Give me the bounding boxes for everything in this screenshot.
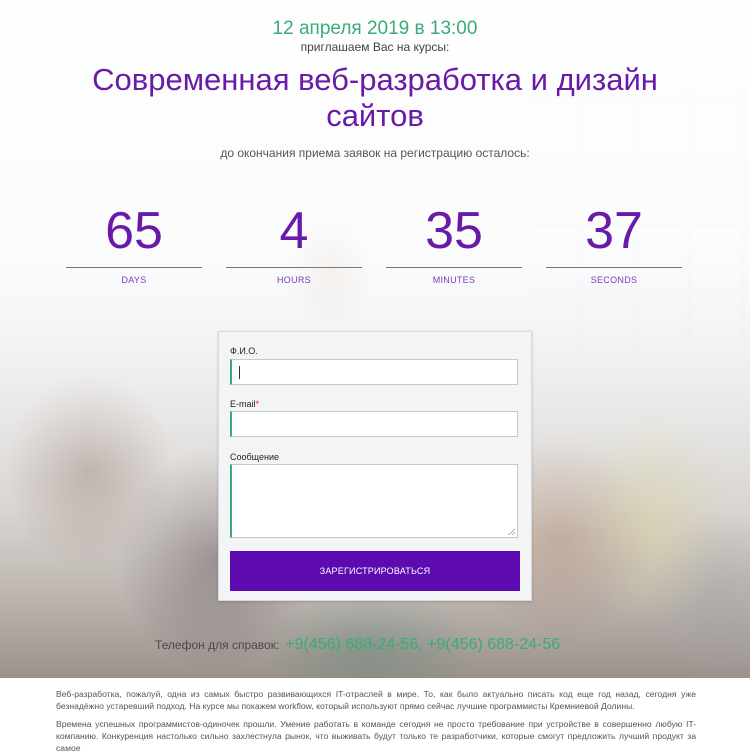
phone-label: Телефон для справок: (155, 638, 280, 652)
page-title: Современная веб-разработка и дизайн сайт… (92, 62, 658, 133)
message-label: Сообщение (230, 452, 279, 462)
countdown-hours: 4 HOURS (226, 196, 362, 285)
divider (226, 267, 362, 268)
countdown-days: 65 DAYS (66, 196, 202, 285)
invite-text: приглашаем Вас на курсы: (300, 40, 450, 54)
email-label: E-mail* (230, 399, 259, 409)
countdown-value: 4 (279, 202, 309, 260)
resize-handle[interactable] (508, 528, 515, 535)
countdown-timer: 65 DAYS 4 HOURS 35 MINUTES 37 SECONDS (66, 196, 686, 296)
countdown-label: DAYS (121, 275, 147, 285)
name-field[interactable] (230, 359, 518, 385)
countdown-label: HOURS (276, 275, 311, 285)
registration-form: Ф.И.О. E-mail* Сообщение ЗАРЕГИСТРИРОВАТ… (218, 331, 532, 601)
email-field[interactable] (230, 411, 518, 437)
name-label: Ф.И.О. (230, 346, 258, 356)
message-textarea[interactable] (230, 464, 518, 538)
countdown-label: SECONDS (590, 275, 638, 285)
event-date: 12 апреля 2019 в 13:00 (272, 18, 478, 39)
hero-content: 12 апреля 2019 в 13:00 приглашаем Вас на… (0, 0, 750, 678)
phone-numbers[interactable]: +9(456) 688-24-56, +9(456) 688-24-56 (285, 636, 560, 653)
register-button[interactable]: ЗАРЕГИСТРИРОВАТЬСЯ (230, 551, 520, 591)
divider (546, 267, 682, 268)
email-label-text: E-mail (230, 399, 256, 409)
countdown-label: MINUTES (432, 275, 476, 285)
contact-phone: Телефон для справок: +9(456) 688-24-56, +… (155, 636, 615, 654)
required-mark: * (255, 399, 260, 409)
countdown-value: 35 (425, 202, 483, 260)
countdown-minutes: 35 MINUTES (386, 196, 522, 285)
countdown-seconds: 37 SECONDS (546, 196, 682, 285)
text-cursor (239, 366, 240, 379)
description-paragraph-1: Веб-разработка, пожалуй, одна из самых б… (56, 689, 696, 711)
deadline-text: до окончания приема заявок на регистраци… (220, 146, 530, 160)
divider (66, 267, 202, 268)
countdown-value: 37 (585, 202, 643, 260)
countdown-value: 65 (105, 202, 163, 260)
divider (386, 267, 522, 268)
description-paragraph-2: Времена успешных программистов-одиночек … (56, 719, 696, 753)
description-section: Веб-разработка, пожалуй, одна из самых б… (0, 678, 750, 753)
